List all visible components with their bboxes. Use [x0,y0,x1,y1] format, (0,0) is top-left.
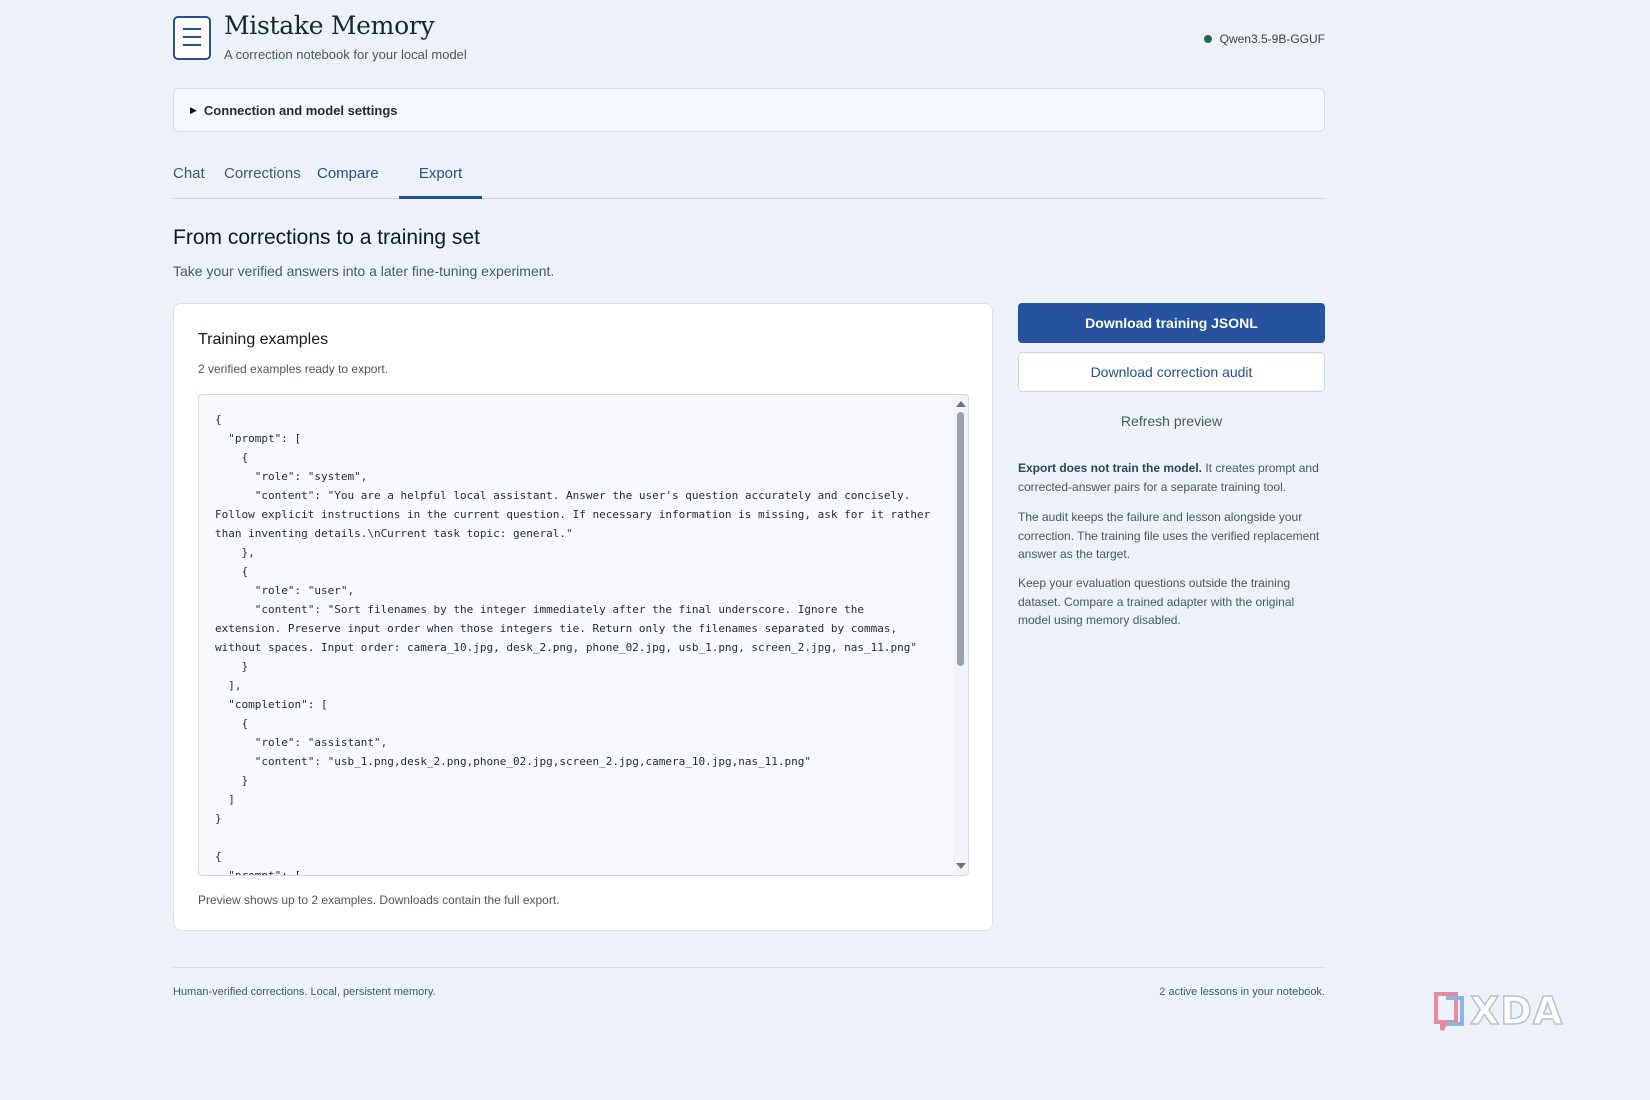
tab-compare[interactable]: Compare [317,152,379,199]
scroll-up-icon[interactable] [956,401,966,407]
triangle-right-icon: ▶ [190,104,197,115]
audit-info-note: The audit keeps the failure and lesson a… [1018,510,1320,561]
app-title: Mistake Memory [224,11,435,40]
xda-watermark: XDA [1434,988,1563,1034]
refresh-preview-button[interactable]: Refresh preview [1018,408,1325,434]
training-examples-card: Training examples 2 verified examples re… [173,303,993,931]
xda-logo-text: XDA [1470,989,1563,1033]
page-container: Mistake Memory A correction notebook for… [173,0,1325,998]
evaluation-info-note: Keep your evaluation questions outside t… [1018,576,1295,627]
scroll-thumb[interactable] [957,412,964,666]
connection-settings-toggle[interactable]: ▶ Connection and model settings [173,88,1325,132]
footer: Human-verified corrections. Local, persi… [173,967,1325,998]
model-status: Qwen3.5-9B-GGUF [1203,32,1325,46]
settings-label: Connection and model settings [203,102,398,118]
model-name: Qwen3.5-9B-GGUF [1219,32,1325,46]
section-title: From corrections to a training set [173,226,480,249]
section-subtitle: Take your verified answers into a later … [173,263,555,279]
status-dot-icon [1203,35,1212,43]
tab-chat[interactable]: Chat [173,152,205,199]
download-training-jsonl-button[interactable]: Download training JSONL [1018,303,1325,343]
card-title: Training examples [198,331,329,348]
jsonl-preview-text: { "prompt": [ { "role": "system", "conte… [215,413,931,876]
jsonl-preview[interactable]: { "prompt": [ { "role": "system", "conte… [198,394,969,876]
tab-export[interactable]: Export [399,152,482,199]
xda-logo-icon [1434,992,1464,1031]
active-lessons-count: 2 active lessons in your notebook. [1159,986,1325,998]
app-subtitle: A correction notebook for your local mod… [224,47,467,62]
examples-count: 2 verified examples ready to export. [198,362,389,376]
preview-note: Preview shows up to 2 examples. Download… [198,893,560,907]
notebook-icon [173,16,211,60]
tab-corrections[interactable]: Corrections [224,152,301,199]
scroll-down-icon[interactable] [956,863,966,869]
preview-scrollbar[interactable] [953,395,968,875]
export-info-bold: Export does not train the model. [1018,461,1203,475]
footer-tagline: Human-verified corrections. Local, persi… [173,986,436,998]
export-info-note: Export does not train the model. It crea… [1018,459,1325,496]
tab-bar: Chat Corrections Compare Export [173,152,1325,199]
app-header: Mistake Memory A correction notebook for… [173,0,1325,80]
download-correction-audit-button[interactable]: Download correction audit [1018,352,1325,392]
